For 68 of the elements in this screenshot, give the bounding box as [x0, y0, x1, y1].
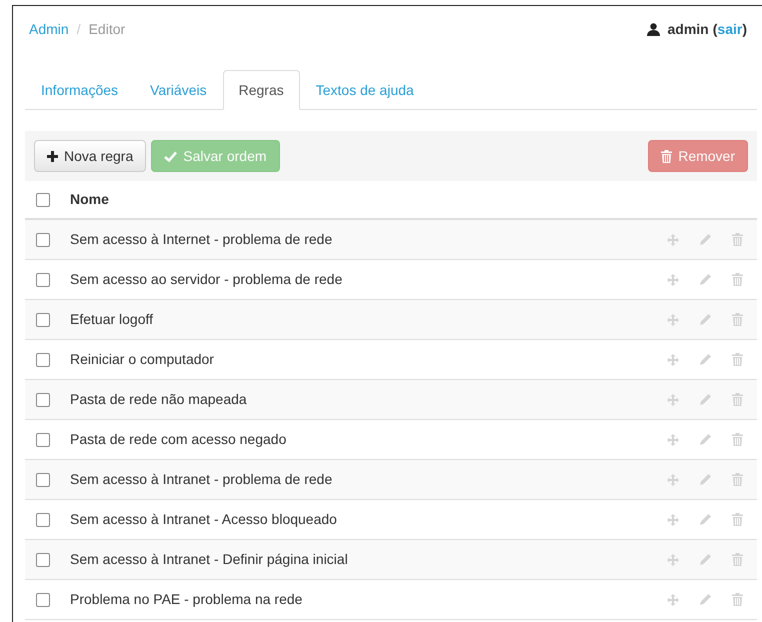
- breadcrumb-current: Editor: [88, 20, 126, 38]
- pencil-icon[interactable]: [699, 473, 712, 486]
- pencil-icon[interactable]: [699, 313, 712, 326]
- username: admin: [668, 20, 709, 38]
- checkbox[interactable]: [36, 432, 50, 446]
- checkbox[interactable]: [36, 352, 50, 366]
- breadcrumb-separator: /: [76, 20, 81, 38]
- check-icon: [164, 150, 178, 162]
- move-icon[interactable]: [667, 394, 679, 406]
- rule-name: Sem acesso à Intranet - problema de rede: [70, 470, 332, 489]
- trash-icon: [661, 150, 672, 162]
- pencil-icon[interactable]: [699, 553, 712, 566]
- rule-name: Pasta de rede não mapeada: [70, 390, 247, 409]
- rule-name: Sem acesso à Intranet - Definir página inicial: [70, 550, 348, 569]
- plus-icon: [47, 150, 58, 162]
- move-icon[interactable]: [667, 514, 679, 526]
- move-icon[interactable]: [667, 274, 679, 286]
- new-rule-button[interactable]: Nova regra: [34, 140, 146, 172]
- checkbox[interactable]: [36, 472, 50, 486]
- checkbox[interactable]: [36, 592, 50, 606]
- user-icon: [646, 22, 660, 36]
- checkbox[interactable]: [36, 192, 50, 206]
- checkbox[interactable]: [36, 312, 50, 326]
- trash-icon[interactable]: [732, 393, 743, 406]
- rule-name: Reiniciar o computador: [70, 350, 214, 369]
- tab[interactable]: Informações: [25, 70, 134, 110]
- trash-icon[interactable]: [732, 593, 743, 606]
- tab[interactable]: Regras: [222, 70, 300, 110]
- paren: ): [742, 20, 747, 39]
- move-icon[interactable]: [667, 594, 679, 606]
- trash-icon[interactable]: [732, 553, 743, 566]
- trash-icon[interactable]: [732, 433, 743, 446]
- rule-name: Sem acesso ao servidor - problema de rede: [70, 270, 342, 289]
- move-icon[interactable]: [667, 474, 679, 486]
- tab[interactable]: Variáveis: [134, 70, 223, 110]
- paren: (: [712, 20, 718, 39]
- tab[interactable]: Textos de ajuda: [300, 70, 430, 110]
- trash-icon[interactable]: [732, 353, 743, 366]
- rule-name: Sem acesso à Intranet - Acesso bloqueado: [70, 510, 337, 529]
- checkbox[interactable]: [36, 392, 50, 406]
- rule-name: Pasta de rede com acesso negado: [70, 430, 286, 449]
- move-icon[interactable]: [667, 434, 679, 446]
- rule-name: Problema no PAE - problema na rede: [70, 590, 302, 609]
- rule-name: Sem acesso à Internet - problema de rede: [70, 230, 332, 249]
- move-icon[interactable]: [667, 354, 679, 366]
- checkbox[interactable]: [36, 512, 50, 526]
- trash-icon[interactable]: [732, 313, 743, 326]
- pencil-icon[interactable]: [699, 393, 712, 406]
- rule-name: Efetuar logoff: [70, 310, 154, 329]
- pencil-icon[interactable]: [699, 353, 712, 366]
- pencil-icon[interactable]: [699, 593, 712, 606]
- move-icon[interactable]: [667, 234, 679, 246]
- column-header: Nome: [70, 190, 109, 209]
- pencil-icon[interactable]: [699, 433, 712, 446]
- trash-icon[interactable]: [732, 233, 743, 246]
- pencil-icon[interactable]: [699, 513, 712, 526]
- trash-icon[interactable]: [732, 513, 743, 526]
- breadcrumb-link[interactable]: Admin: [29, 18, 69, 40]
- move-icon[interactable]: [667, 314, 679, 326]
- checkbox[interactable]: [36, 552, 50, 566]
- trash-icon[interactable]: [732, 273, 743, 286]
- checkbox[interactable]: [36, 232, 50, 246]
- checkbox[interactable]: [36, 272, 50, 286]
- logout-link[interactable]: sair: [717, 18, 742, 40]
- trash-icon[interactable]: [732, 473, 743, 486]
- move-icon[interactable]: [667, 554, 679, 566]
- pencil-icon[interactable]: [699, 273, 712, 286]
- pencil-icon[interactable]: [699, 233, 712, 246]
